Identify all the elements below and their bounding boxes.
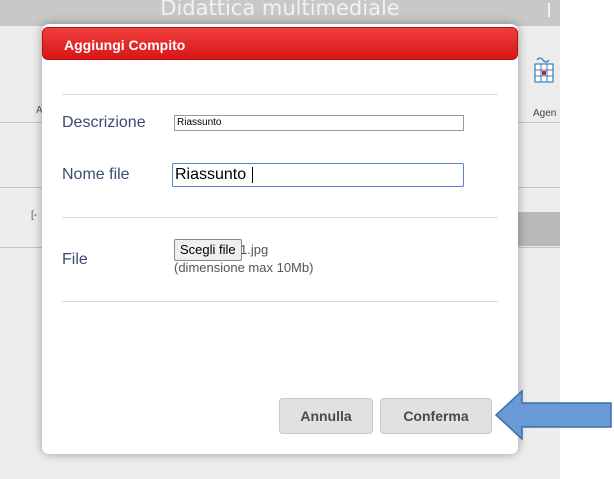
file-size-hint: (dimensione max 10Mb) — [174, 260, 314, 275]
description-input[interactable]: Riassunto — [174, 115, 464, 131]
calendar-icon[interactable] — [534, 56, 554, 84]
filename-label: Nome file — [62, 166, 130, 183]
description-label: Descrizione — [62, 114, 146, 131]
divider — [62, 94, 498, 95]
agenda-label[interactable]: Agen — [533, 108, 556, 119]
selected-file-name: 1.jpg — [240, 242, 269, 257]
left-arrow-icon — [494, 389, 612, 441]
divider — [62, 217, 498, 218]
text-caret — [252, 167, 253, 183]
divider — [62, 301, 498, 302]
header-divider — [548, 3, 550, 17]
dialog-title: Aggiungi Compito — [64, 37, 186, 53]
choose-file-button[interactable]: Scegli file — [174, 239, 242, 261]
confirm-button[interactable]: Conferma — [380, 398, 492, 434]
app-header: Didattica multimediale — [0, 0, 560, 26]
background-text: [- — [31, 210, 38, 221]
filename-input[interactable]: Riassunto — [172, 163, 464, 187]
add-task-dialog: Aggiungi Compito Descrizione Riassunto N… — [42, 24, 518, 454]
file-label: File — [62, 251, 88, 268]
app-header-title: Didattica multimediale — [160, 0, 400, 20]
dialog-titlebar: Aggiungi Compito — [42, 27, 518, 60]
cancel-button[interactable]: Annulla — [279, 398, 373, 434]
